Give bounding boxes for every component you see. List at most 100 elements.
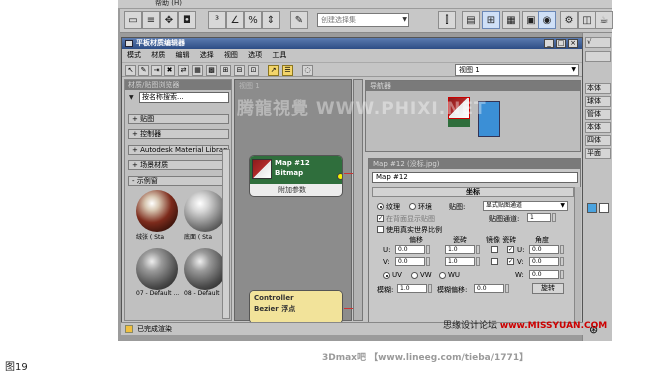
u-angle-field[interactable]: 0.0 [529, 245, 559, 254]
u-tiling-spinner[interactable] [476, 245, 480, 254]
coordinates-rollout[interactable]: 坐标 [372, 187, 574, 197]
category-controllers[interactable]: + 控制器 [128, 129, 229, 139]
u-tiling-field[interactable]: 1.0 [445, 245, 475, 254]
command-panel-item[interactable]: 平面 [585, 148, 611, 159]
layout-children-icon[interactable]: ⊟ [234, 65, 245, 76]
sample-slot[interactable]: 绒张 ( Sta [135, 190, 180, 244]
category-maps[interactable]: + 贴图 [128, 114, 229, 124]
menu-mode[interactable]: 模式 [127, 51, 141, 59]
parameter-scrollbar[interactable] [574, 187, 581, 333]
selection-set-dropdown[interactable]: 创建选择集 ▼ [317, 13, 409, 27]
params-icon[interactable]: ☰ [282, 65, 293, 76]
command-panel-item[interactable]: 管体 [585, 109, 611, 120]
hide-unused-icon[interactable]: ◌ [302, 65, 313, 76]
map-channel-field[interactable]: 1 [527, 213, 551, 222]
render-teapot-icon[interactable]: ☕ [595, 11, 613, 29]
browser-scrollbar[interactable] [222, 149, 230, 319]
browser-search-input[interactable]: 按名称搜索... [139, 92, 229, 103]
environment-radio[interactable] [409, 203, 416, 210]
snap-3d-icon[interactable]: ³ [208, 11, 226, 29]
v-tiling-field[interactable]: 1.0 [445, 257, 475, 266]
output-socket[interactable] [337, 173, 342, 180]
blur-field[interactable]: 1.0 [397, 284, 427, 293]
w-angle-field[interactable]: 0.0 [529, 270, 559, 279]
controller-node[interactable]: Controller Bezier 浮点 [249, 290, 343, 324]
blur-offset-spinner[interactable] [505, 284, 509, 293]
v-angle-field[interactable]: 0.0 [529, 257, 559, 266]
percent-snap-icon[interactable]: % [244, 11, 262, 29]
rotate-button[interactable]: 旋转 [532, 283, 564, 294]
u-offset-spinner[interactable] [426, 245, 430, 254]
show-map-icon[interactable]: ▦ [192, 65, 203, 76]
move-children-icon[interactable]: ⇄ [178, 65, 189, 76]
render-setup-icon[interactable]: ⚙ [560, 11, 578, 29]
u-offset-field[interactable]: 0.0 [395, 245, 425, 254]
select-icon[interactable]: ↗ [268, 65, 279, 76]
maximize-button[interactable]: □ [556, 39, 566, 48]
command-panel-item[interactable]: 本体 [585, 83, 611, 94]
menu-tools[interactable]: 工具 [272, 51, 286, 59]
command-panel-item[interactable]: 本体 [585, 122, 611, 133]
bitmap-node-param[interactable]: 附加参数 [278, 185, 306, 195]
minimize-button[interactable]: _ [544, 39, 554, 48]
v-tile-checkbox[interactable]: ✓ [507, 258, 514, 265]
v-offset-field[interactable]: 0.0 [395, 257, 425, 266]
mirror-icon[interactable]: ⫿ [438, 11, 456, 29]
map-name-field[interactable]: Map #12 [372, 172, 578, 183]
assign-material-icon[interactable]: ⇥ [151, 65, 162, 76]
show-bg-icon[interactable]: ▩ [206, 65, 217, 76]
select-list-icon[interactable]: ≡ [142, 11, 160, 29]
angle-snap-icon[interactable]: ∠ [226, 11, 244, 29]
command-panel-item[interactable] [585, 51, 611, 62]
category-autodesk-library[interactable]: + Autodesk Material Library [128, 145, 229, 155]
window-crossing-icon[interactable]: ◘ [178, 11, 196, 29]
edit-named-sel-icon[interactable]: ✎ [290, 11, 308, 29]
sample-slot[interactable]: 07 - Default ... [135, 248, 180, 302]
command-panel-item[interactable]: 四体 [585, 135, 611, 146]
texture-radio[interactable] [377, 203, 384, 210]
select-region-icon[interactable]: ▭ [124, 11, 142, 29]
color-swatch-white[interactable] [599, 203, 609, 213]
spinner-snap-icon[interactable]: ⇕ [262, 11, 280, 29]
wu-radio[interactable] [439, 272, 446, 279]
render-frame-icon[interactable]: ◫ [578, 11, 596, 29]
curve-editor-icon[interactable]: ▤ [462, 11, 480, 29]
u-angle-spinner[interactable] [560, 245, 564, 254]
eyedropper-icon[interactable]: ✎ [138, 65, 149, 76]
map-channel-spinner[interactable] [552, 213, 556, 222]
menu-select[interactable]: 选择 [200, 51, 214, 59]
menu-options[interactable]: 选项 [248, 51, 262, 59]
v-angle-spinner[interactable] [560, 257, 564, 266]
menu-material[interactable]: 材质 [151, 51, 165, 59]
v-offset-spinner[interactable] [426, 257, 430, 266]
w-angle-spinner[interactable] [560, 270, 564, 279]
menu-edit[interactable]: 编辑 [175, 51, 189, 59]
u-tile-checkbox[interactable]: ✓ [507, 246, 514, 253]
max-menu-help[interactable]: 帮助 (H) [155, 0, 182, 8]
view-selector[interactable]: 视图 1 ▼ [455, 64, 579, 76]
browser-options-icon[interactable]: ▼ [129, 94, 134, 101]
move-icon[interactable]: ✥ [160, 11, 178, 29]
uv-radio[interactable] [383, 272, 390, 279]
layer-manager-icon[interactable]: ▦ [502, 11, 520, 29]
mapping-dropdown[interactable]: 显式贴图通道 ▼ [483, 201, 568, 211]
bitmap-node[interactable]: Map #12 Bitmap 附加参数 [249, 155, 343, 197]
close-button[interactable]: × [568, 39, 578, 48]
vw-radio[interactable] [411, 272, 418, 279]
real-world-checkbox[interactable] [377, 226, 384, 233]
blur-offset-field[interactable]: 0.0 [474, 284, 504, 293]
show-back-checkbox[interactable]: ✓ [377, 215, 384, 222]
delete-icon[interactable]: ✖ [164, 65, 175, 76]
category-scene-materials[interactable]: + 场景材质 [128, 160, 229, 170]
pick-material-icon[interactable]: ↖ [125, 65, 136, 76]
v-mirror-checkbox[interactable] [491, 258, 498, 265]
color-swatch[interactable] [587, 203, 597, 213]
u-mirror-checkbox[interactable] [491, 246, 498, 253]
category-sample-slots[interactable]: - 示例窗 [128, 176, 229, 186]
menu-view[interactable]: 视图 [224, 51, 238, 59]
command-panel-item[interactable]: 球体 [585, 96, 611, 107]
v-tiling-spinner[interactable] [476, 257, 480, 266]
window-titlebar[interactable]: 平板材质编辑器 _ □ × [122, 38, 582, 49]
blur-spinner[interactable] [428, 284, 432, 293]
material-editor-icon[interactable]: ◉ [538, 11, 556, 29]
